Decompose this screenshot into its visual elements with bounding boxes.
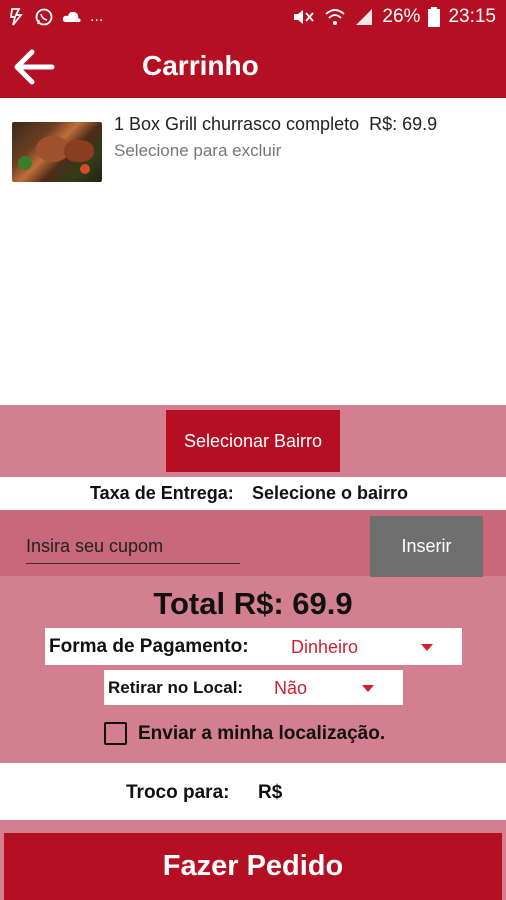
payment-method-label: Forma de Pagamento: bbox=[49, 636, 249, 657]
dropdown-arrow-icon bbox=[421, 644, 433, 651]
insert-coupon-button[interactable]: Inserir bbox=[370, 516, 483, 577]
cart-list: 1 Box Grill churrasco completo R$: 69.9 … bbox=[0, 98, 506, 405]
pickup-label: Retirar no Local: bbox=[108, 678, 244, 697]
page-title: Carrinho bbox=[142, 50, 259, 81]
change-currency: R$ bbox=[258, 782, 283, 803]
cart-item[interactable]: 1 Box Grill churrasco completo R$: 69.9 … bbox=[0, 98, 506, 198]
cart-item-price: R$: 69.9 bbox=[369, 114, 438, 134]
delivery-fee-row: Taxa de Entrega: Selecione o bairro bbox=[0, 477, 506, 510]
status-left: ... bbox=[8, 7, 103, 27]
delivery-fee-value: Selecione o bairro bbox=[252, 483, 409, 503]
mute-icon bbox=[294, 10, 315, 24]
battery-icon bbox=[428, 7, 441, 27]
cart-item-description: 1 Box Grill churrasco completo bbox=[114, 114, 360, 134]
food-thumbnail bbox=[12, 122, 102, 182]
cloud-icon bbox=[62, 11, 81, 22]
cart-item-title: 1 Box Grill churrasco completo R$: 69.9 bbox=[114, 114, 437, 135]
pickup-select[interactable]: Retirar no Local: Não bbox=[104, 670, 403, 705]
coupon-row: Inserir bbox=[0, 510, 506, 577]
clock: 23:15 bbox=[448, 6, 496, 27]
coupon-input[interactable] bbox=[26, 530, 240, 564]
notification-dots: ... bbox=[90, 8, 104, 25]
delivery-fee-label: Taxa de Entrega: bbox=[90, 483, 234, 503]
dropdown-arrow-icon bbox=[362, 685, 374, 692]
pickup-value: Não bbox=[274, 678, 308, 698]
app-bar: Carrinho bbox=[0, 36, 506, 98]
cart-item-hint: Selecione para excluir bbox=[114, 141, 282, 160]
battery-percent: 26% bbox=[382, 6, 421, 27]
send-location-checkbox[interactable] bbox=[104, 722, 127, 745]
send-location-label: Enviar a minha localização. bbox=[138, 723, 386, 744]
change-label: Troco para: bbox=[126, 782, 230, 803]
order-total: Total R$: 69.9 bbox=[153, 586, 353, 621]
change-row: Troco para: R$ bbox=[0, 763, 506, 820]
back-button[interactable] bbox=[12, 48, 56, 86]
payment-method-value: Dinheiro bbox=[291, 637, 359, 657]
arrow-left-icon bbox=[14, 49, 55, 85]
status-right: 26% 23:15 bbox=[292, 6, 496, 28]
status-bar: ... 26% 23:15 bbox=[0, 0, 506, 36]
payment-method-select[interactable]: Forma de Pagamento: Dinheiro bbox=[45, 628, 462, 665]
select-bairro-button[interactable]: Selecionar Bairro bbox=[166, 410, 340, 472]
place-order-button[interactable]: Fazer Pedido bbox=[4, 833, 502, 900]
wifi-icon bbox=[325, 9, 346, 25]
lightning-icon bbox=[9, 8, 23, 26]
checkout-panel: Selecionar Bairro Taxa de Entrega: Selec… bbox=[0, 405, 506, 763]
whatsapp-icon bbox=[35, 8, 53, 26]
signal-icon bbox=[356, 9, 373, 25]
